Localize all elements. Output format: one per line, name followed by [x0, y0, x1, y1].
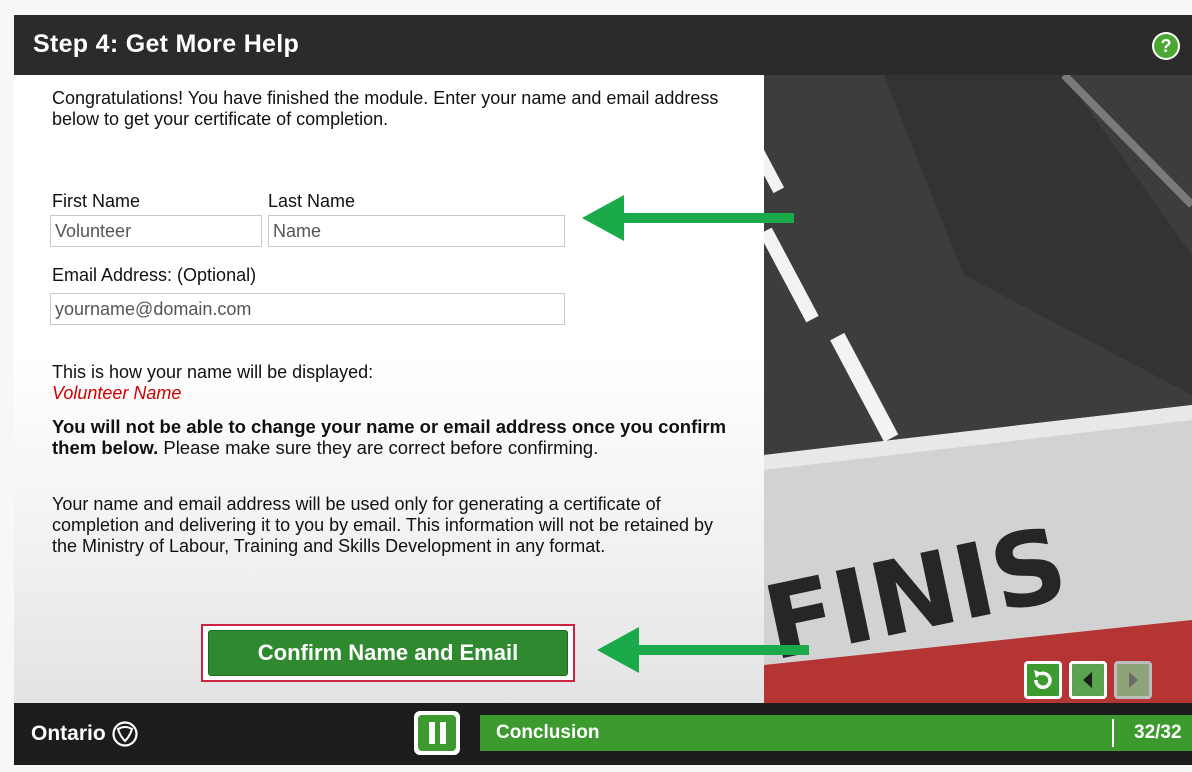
display-name: Volunteer Name	[52, 383, 182, 403]
finish-line-photo: FINIS	[764, 75, 1192, 703]
page-counter: 32/32	[1134, 722, 1182, 743]
slide-header: Step 4: Get More Help ?	[14, 15, 1192, 75]
first-name-field[interactable]: Volunteer	[50, 215, 262, 247]
replay-button[interactable]	[1024, 661, 1062, 699]
help-button[interactable]: ?	[1152, 32, 1180, 60]
forward-icon	[1129, 672, 1138, 688]
display-intro: This is how your name will be displayed:	[52, 362, 374, 382]
first-name-label: First Name	[52, 191, 141, 211]
chapter-title: Conclusion	[496, 722, 600, 743]
email-label: Email Address: (Optional)	[52, 265, 257, 285]
warning-text: You will not be able to change your name…	[52, 416, 752, 458]
last-name-field[interactable]: Name	[268, 215, 565, 247]
slide-content: Congratulations! You have finished the m…	[14, 75, 764, 703]
privacy-text: Your name and email address will be used…	[52, 494, 714, 556]
back-icon	[1083, 672, 1092, 688]
back-button[interactable]	[1069, 661, 1107, 699]
forward-button[interactable]	[1114, 661, 1152, 699]
slide-title: Step 4: Get More Help	[33, 30, 300, 58]
ontario-wordmark: Ontario	[31, 722, 106, 745]
progress-divider	[1112, 719, 1114, 747]
replay-icon	[1034, 670, 1052, 690]
ontario-logo: Ontario	[31, 721, 138, 747]
progress-bar: Conclusion 32/32	[480, 715, 1192, 751]
help-icon: ?	[1154, 34, 1178, 58]
course-player: Step 4: Get More Help ? Congratulations!…	[14, 15, 1192, 765]
pause-icon	[418, 715, 456, 751]
ontario-trillium-logo	[112, 721, 138, 747]
arrow-to-confirm	[597, 627, 809, 673]
player-footer: Ontario Conclusion 32/32	[14, 703, 1192, 765]
warning-normal: Please make sure they are correct before…	[158, 437, 599, 458]
arrow-to-last-name	[582, 195, 794, 241]
confirm-highlight: Confirm Name and Email	[201, 624, 575, 682]
confirm-button[interactable]: Confirm Name and Email	[208, 630, 568, 676]
pause-button[interactable]	[414, 711, 460, 755]
finish-line-illustration: FINIS	[764, 75, 1192, 703]
intro-text: Congratulations! You have finished the m…	[52, 88, 719, 129]
email-field[interactable]: yourname@domain.com	[50, 293, 565, 325]
last-name-label: Last Name	[268, 191, 356, 211]
